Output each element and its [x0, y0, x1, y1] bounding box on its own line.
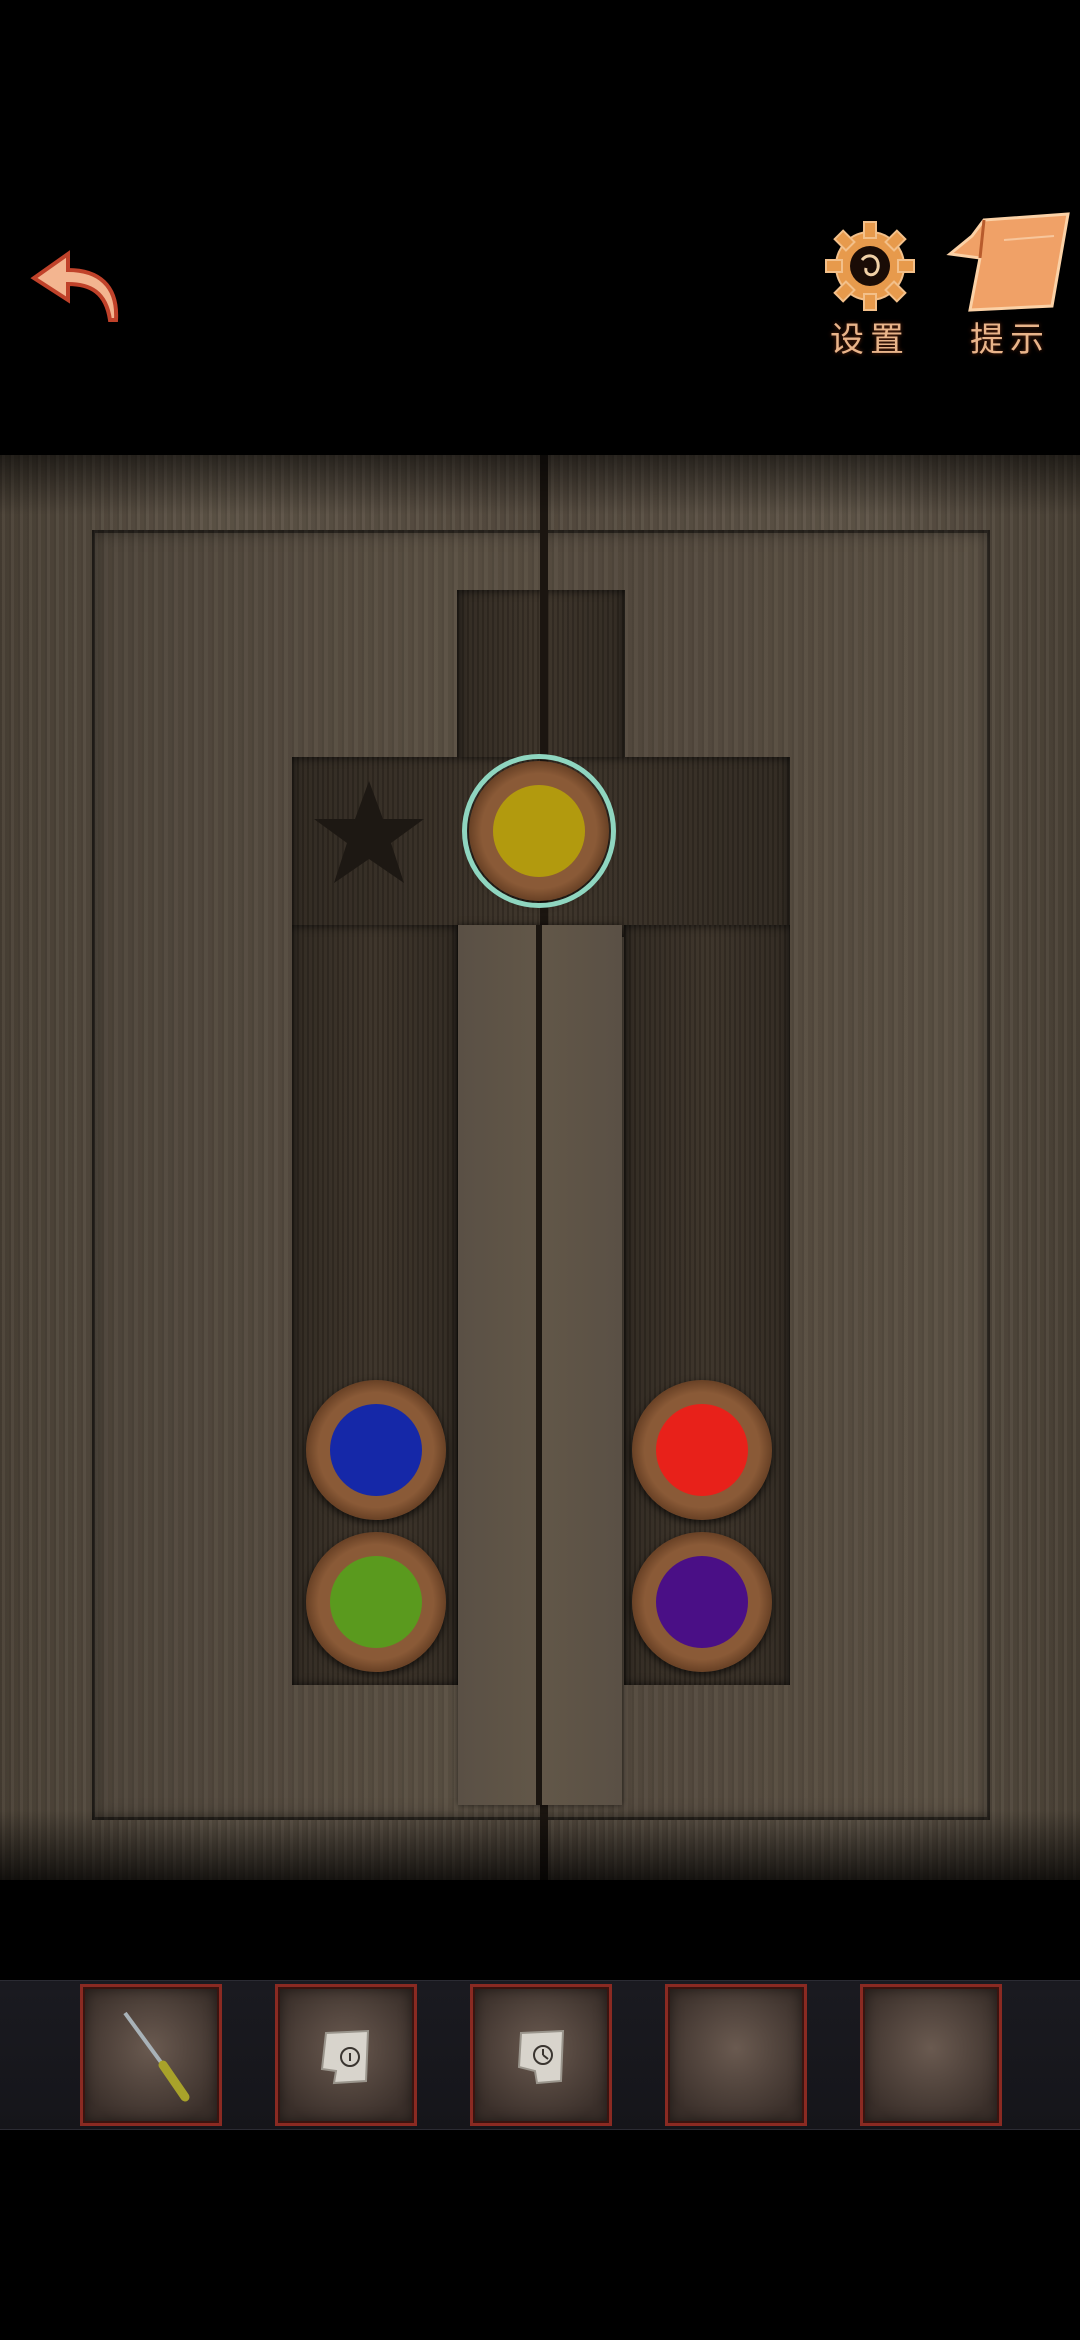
knife-icon — [123, 2011, 190, 2102]
token-yellow-dot — [493, 785, 585, 877]
token-blue[interactable] — [306, 1380, 446, 1520]
paper-note-icon — [320, 2029, 370, 2085]
token-blue-dot — [330, 1404, 422, 1496]
inventory-slot-1[interactable] — [80, 1984, 222, 2126]
inventory-bar — [0, 1980, 1080, 2130]
inventory-slot-3[interactable] — [470, 1984, 612, 2126]
inventory-slot-4[interactable] — [665, 1984, 807, 2126]
board-shadow-bottom — [0, 1810, 1080, 1880]
inventory-slot-2[interactable] — [275, 1984, 417, 2126]
hint-label: 提示 — [970, 320, 1050, 360]
token-green[interactable] — [306, 1532, 446, 1672]
back-arrow-icon — [30, 250, 119, 322]
top-bar: 设置 提示 — [0, 0, 1080, 455]
board-shadow-top — [0, 455, 1080, 515]
note-paper-icon — [946, 212, 1070, 312]
paper-note-clock-icon — [517, 2029, 565, 2085]
token-red-dot — [656, 1404, 748, 1496]
token-red[interactable] — [632, 1380, 772, 1520]
token-green-dot — [330, 1556, 422, 1648]
hint-button[interactable]: 提示 — [940, 210, 1080, 370]
inventory-slot-5[interactable] — [860, 1984, 1002, 2126]
token-purple-dot — [656, 1556, 748, 1648]
center-wood-divider — [458, 925, 622, 1805]
settings-label: 设置 — [830, 320, 910, 360]
back-button[interactable] — [28, 240, 128, 330]
wooden-puzzle-board — [0, 455, 1080, 1880]
gear-icon — [825, 221, 915, 311]
token-purple[interactable] — [632, 1532, 772, 1672]
token-yellow[interactable] — [462, 754, 616, 908]
star-icon — [314, 781, 424, 883]
settings-button[interactable]: 设置 — [810, 210, 930, 370]
